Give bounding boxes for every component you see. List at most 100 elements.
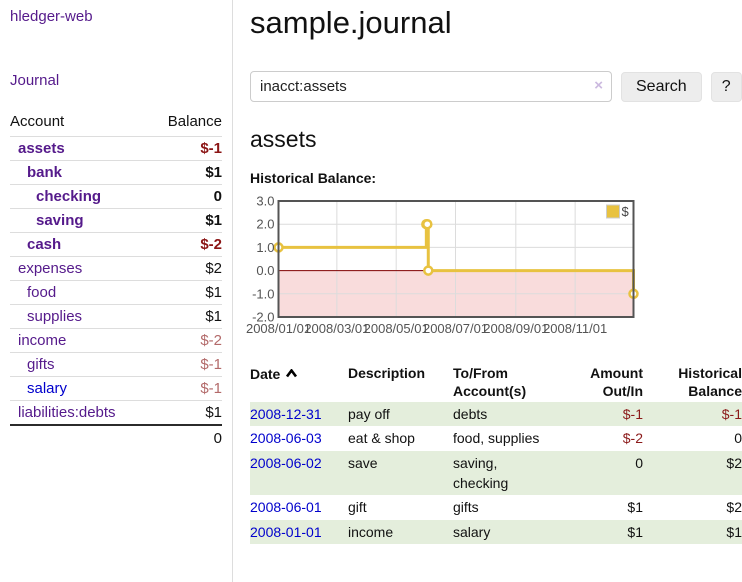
register-date-cell: 2008-06-03 <box>250 426 348 450</box>
register-header-date[interactable]: Date <box>250 362 348 402</box>
account-link[interactable]: income <box>18 332 66 349</box>
search-input[interactable] <box>250 71 612 102</box>
transaction-date-link[interactable]: 2008-06-03 <box>250 430 322 446</box>
sidebar: hledger-web Journal Account Balance asse… <box>0 0 233 582</box>
help-button[interactable]: ? <box>711 72 742 102</box>
account-row: cash $-2 <box>10 232 222 256</box>
account-row: bank $1 <box>10 160 222 184</box>
data-point-marker <box>424 266 432 274</box>
account-link[interactable]: bank <box>27 164 62 181</box>
register-description-cell: eat & shop <box>348 426 453 450</box>
sort-ascending-icon <box>285 364 298 382</box>
account-balance: $-1 <box>200 356 222 373</box>
accounts-table: Account Balance assets $-1 bank $1 checking 0… <box>10 111 222 451</box>
account-name: income <box>10 332 66 349</box>
account-name: checking <box>10 188 101 205</box>
account-balance: $1 <box>205 404 222 421</box>
x-tick-label: 2008/09/01 <box>483 321 548 336</box>
account-name: gifts <box>10 356 55 373</box>
register-balance-cell: $-1 <box>643 402 742 426</box>
x-tick-label: 2008/05/01 <box>364 321 429 336</box>
account-link[interactable]: assets <box>18 140 65 157</box>
account-balance: $-2 <box>200 236 222 253</box>
y-tick-label: 2.0 <box>256 216 274 231</box>
transaction-date-link[interactable]: 2008-06-02 <box>250 455 322 471</box>
account-balance: $-1 <box>200 140 222 157</box>
account-link[interactable]: food <box>27 284 56 301</box>
register-balance-cell: $2 <box>643 495 742 519</box>
register-accounts-cell: food, supplies <box>453 426 553 450</box>
account-link[interactable]: supplies <box>27 308 82 325</box>
clear-search-icon[interactable]: × <box>594 77 603 94</box>
account-name: supplies <box>10 308 82 325</box>
account-name: cash <box>10 236 61 253</box>
register-row: 2008-06-03eat & shopfood, supplies$-20 <box>250 426 742 450</box>
account-link[interactable]: liabilities:debts <box>18 404 116 421</box>
register-header-description: Description <box>348 362 453 402</box>
account-balance: 0 <box>214 188 222 205</box>
account-row: liabilities:debts $1 <box>10 400 222 424</box>
register-accounts-cell: gifts <box>453 495 553 519</box>
register-accounts-cell: salary <box>453 520 553 544</box>
account-link[interactable]: salary <box>27 380 67 397</box>
x-tick-label: 2008/01/01 <box>246 321 311 336</box>
account-name: food <box>10 284 56 301</box>
account-row: checking 0 <box>10 184 222 208</box>
account-name: bank <box>10 164 62 181</box>
account-name: salary <box>10 380 67 397</box>
register-date-cell: 2008-01-01 <box>250 520 348 544</box>
register-header-row: Date Description To/From Account(s) Amou… <box>250 362 742 402</box>
account-balance: $-2 <box>200 332 222 349</box>
account-link[interactable]: cash <box>27 236 61 253</box>
register-amount-cell: 0 <box>553 451 643 496</box>
accounts-header-balance: Balance <box>168 113 222 130</box>
y-tick-label: 0.0 <box>256 263 274 278</box>
account-balance: $1 <box>205 164 222 181</box>
register-description-cell: gift <box>348 495 453 519</box>
legend-label: $ <box>622 204 630 219</box>
account-link[interactable]: checking <box>36 188 101 205</box>
account-name: liabilities:debts <box>10 404 116 421</box>
chart-label: Historical Balance: <box>250 170 742 186</box>
account-balance: $2 <box>205 260 222 277</box>
account-row: food$1 <box>10 280 222 304</box>
register-description-cell: income <box>348 520 453 544</box>
transaction-date-link[interactable]: 2008-01-01 <box>250 524 322 540</box>
accounts-table-header: Account Balance <box>10 111 222 136</box>
account-row: assets $-1 <box>10 136 222 160</box>
historical-balance-chart: $3.02.01.00.0-1.0-2.02008/01/012008/03/0… <box>250 199 742 341</box>
x-tick-label: 2008/03/01 <box>304 321 369 336</box>
legend-swatch <box>607 205 620 218</box>
register-description-cell: pay off <box>348 402 453 426</box>
y-tick-label: -1.0 <box>252 286 274 301</box>
register-amount-cell: $1 <box>553 520 643 544</box>
account-row: saving$1 <box>10 208 222 232</box>
account-link[interactable]: saving <box>36 212 84 229</box>
transaction-date-link[interactable]: 2008-06-01 <box>250 499 322 515</box>
account-row: income $-2 <box>10 328 222 352</box>
accounts-header-account: Account <box>10 113 64 130</box>
account-link[interactable]: gifts <box>27 356 55 373</box>
transaction-date-link[interactable]: 2008-12-31 <box>250 406 322 422</box>
register-row: 2008-12-31pay offdebts$-1$-1 <box>250 402 742 426</box>
account-row: salary $-1 <box>10 376 222 400</box>
sidebar-nav: Journal <box>10 72 222 90</box>
account-row: gifts $-1 <box>10 352 222 376</box>
register-balance-cell: 0 <box>643 426 742 450</box>
x-tick-label: 2008/11/01 <box>543 321 607 336</box>
account-link[interactable]: expenses <box>18 260 82 277</box>
register-amount-cell: $-1 <box>553 402 643 426</box>
register-row: 2008-01-01incomesalary$1$1 <box>250 520 742 544</box>
y-tick-label: 1.0 <box>256 240 274 255</box>
register-amount-cell: $1 <box>553 495 643 519</box>
register-balance-cell: $2 <box>643 451 742 496</box>
register-row: 2008-06-01 giftgifts$1$2 <box>250 495 742 519</box>
register-balance-cell: $1 <box>643 520 742 544</box>
account-row: expenses $2 <box>10 256 222 280</box>
nav-journal-link[interactable]: Journal <box>10 72 59 89</box>
register-accounts-cell: debts <box>453 402 553 426</box>
brand-link[interactable]: hledger-web <box>10 8 93 25</box>
search-button[interactable]: Search <box>621 72 702 102</box>
account-balance: $-1 <box>200 380 222 397</box>
register-header-balance: Historical Balance <box>643 362 742 402</box>
